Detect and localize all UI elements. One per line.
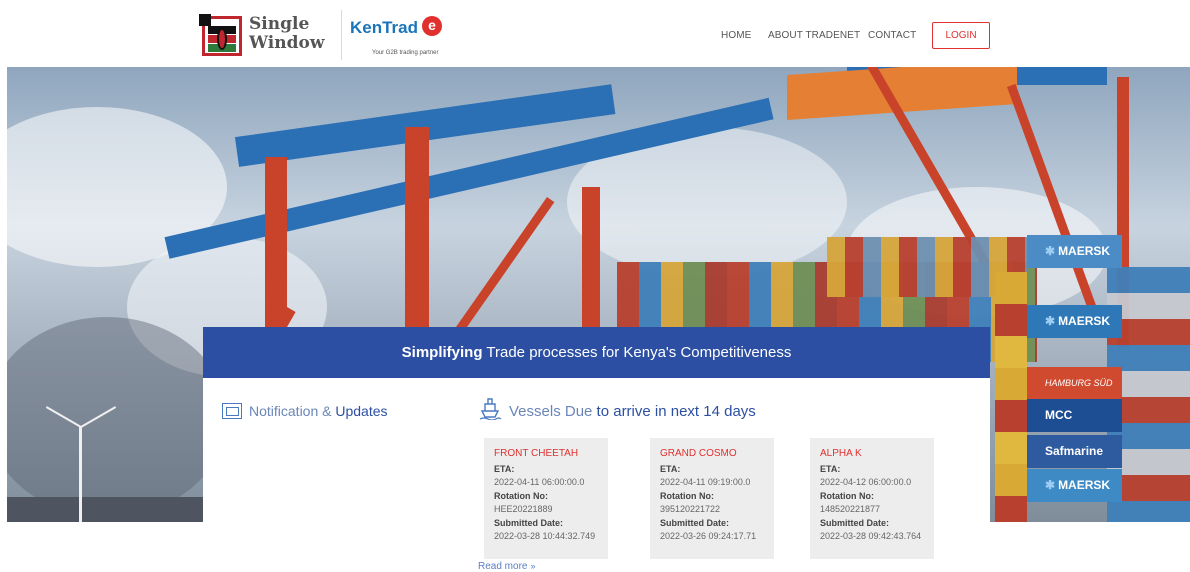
rotation-value: 395120221722 [660,504,721,514]
tagline-banner: Simplifying Trade processes for Kenya's … [203,327,990,378]
ship-icon [479,398,502,420]
kentrade-logo[interactable]: KenTrad e Your G2B trading partner [350,16,450,60]
submitted-value: 2022-03-26 09:24:17.71 [660,531,757,541]
vessel-card[interactable]: ALPHA K ETA: 2022-04-12 06:00:00.0 Rotat… [810,438,934,559]
vessel-name: ALPHA K [820,448,862,459]
container-label: ✱ MAERSK [1027,469,1122,502]
eta-value: 2022-04-11 09:19:00.0 [660,477,751,487]
submitted-label: Submitted Date: [820,518,890,528]
newspaper-icon [222,403,242,419]
vessel-card[interactable]: GRAND COSMO ETA: 2022-04-11 09:19:00.0 R… [650,438,774,559]
eta-value: 2022-04-12 06:00:00.0 [820,477,912,487]
submitted-label: Submitted Date: [494,518,564,528]
rotation-label: Rotation No: [660,491,714,501]
double-chevron-right-icon: » [530,561,536,571]
eta-label: ETA: [660,464,681,474]
container-label: HAMBURG SÜD [1027,367,1122,400]
read-more-link[interactable]: Read more» [478,561,535,572]
kentrade-e-icon: e [422,16,442,36]
submitted-value: 2022-03-28 09:42:43.764 [820,531,922,541]
kentrade-tagline: Your G2B trading partner [372,50,439,56]
site-header: Single Window KenTrad e Your G2B trading… [0,0,1190,67]
eta-value: 2022-04-11 06:00:00.0 [494,477,585,487]
nav-about-tradenet[interactable]: ABOUT TRADENET [768,30,860,41]
kentrade-wordmark: KenTrad [350,18,419,37]
vessels-heading: Vessels Due to arrive in next 14 days [509,403,756,420]
login-button[interactable]: LOGIN [932,22,990,49]
eta-label: ETA: [494,464,515,474]
container-label: MCC [1027,399,1122,432]
vessel-name: GRAND COSMO [660,448,737,459]
single-window-wordmark: Single Window [249,14,325,53]
vessel-card[interactable]: FRONT CHEETAH ETA: 2022-04-11 06:00:00.0… [484,438,608,559]
submitted-label: Submitted Date: [660,518,730,528]
container-label: Safmarine [1027,435,1122,468]
rotation-value: HEE20221889 [494,504,553,514]
kenya-flag-icon [199,14,242,56]
ground [7,497,207,522]
vessel-name: FRONT CHEETAH [494,448,579,459]
container-stack [995,272,1027,522]
submitted-value: 2022-03-28 10:44:32.749 [494,531,596,541]
container-label: ✱ MAERSK [1027,305,1122,338]
rotation-label: Rotation No: [494,491,548,501]
container-label: ✱ MAERSK [1027,235,1122,268]
notifications-heading: Notification & Updates [249,403,388,419]
nav-home[interactable]: HOME [721,30,751,41]
rotation-label: Rotation No: [820,491,874,501]
single-window-logo[interactable]: Single Window [199,14,332,56]
logo-divider [341,10,342,60]
rotation-value: 148520221877 [820,504,881,514]
nav-contact[interactable]: CONTACT [868,30,916,41]
eta-label: ETA: [820,464,841,474]
